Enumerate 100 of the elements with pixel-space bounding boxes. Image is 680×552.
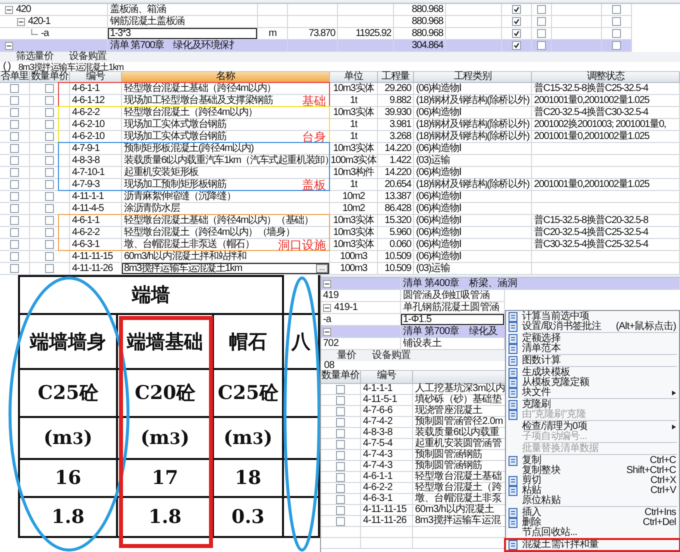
checkbox[interactable]: [10, 240, 19, 249]
table-row[interactable]: 清单 第700章 绿化及环境保扌 304.864: [0, 40, 632, 52]
checkbox[interactable]: [10, 108, 19, 117]
collapse-icon[interactable]: [5, 42, 13, 50]
checkbox[interactable]: [336, 450, 345, 460]
collapse-icon[interactable]: [323, 328, 331, 336]
checkbox[interactable]: [537, 17, 546, 26]
checkbox[interactable]: [45, 264, 54, 273]
menu-item[interactable]: 设置/取消书签批注 (Alt+鼠标点击): [506, 322, 679, 332]
checkbox[interactable]: [45, 108, 54, 117]
checkbox[interactable]: [512, 17, 521, 26]
checkbox[interactable]: [512, 29, 521, 38]
table-row[interactable]: 清单 第400章 桥梁、涵洞: [321, 278, 680, 290]
checkbox[interactable]: [512, 5, 521, 14]
menu-item[interactable]: 清单范本: [506, 344, 679, 354]
checkbox[interactable]: [45, 132, 54, 141]
menu-item[interactable]: 图数计算: [506, 356, 679, 366]
checkbox[interactable]: [10, 156, 19, 165]
column-header[interactable]: 编号: [70, 72, 122, 83]
checkbox[interactable]: [45, 228, 54, 237]
checkbox[interactable]: [10, 192, 19, 201]
checkbox[interactable]: [537, 5, 546, 14]
checkbox[interactable]: [45, 252, 54, 261]
checkbox[interactable]: [45, 192, 54, 201]
menu-item[interactable]: 复制 Ctrl+C: [506, 456, 679, 466]
checkbox[interactable]: [10, 252, 19, 261]
checkbox[interactable]: [336, 396, 345, 404]
checkbox[interactable]: [612, 17, 621, 26]
column-header[interactable]: 编号: [361, 371, 413, 384]
column-header[interactable]: 工程类别: [414, 72, 532, 83]
menu-item[interactable]: 插入 Ctrl+Ins: [506, 508, 679, 518]
checkbox[interactable]: [512, 41, 521, 50]
collapse-icon[interactable]: [17, 18, 25, 26]
menu-item[interactable]: 粘贴 Ctrl+V: [506, 486, 679, 496]
checkbox[interactable]: [10, 96, 19, 105]
checkbox[interactable]: [537, 41, 546, 50]
collapse-icon[interactable]: [323, 304, 331, 312]
table-row[interactable]: 419 圆管涵及倒虹吸管涵: [321, 290, 680, 302]
checkbox[interactable]: [537, 29, 546, 38]
checkbox[interactable]: [10, 264, 19, 273]
checkbox[interactable]: [10, 204, 19, 213]
checkbox[interactable]: [336, 506, 345, 514]
menu-item[interactable]: 块文件: [506, 388, 679, 398]
checkbox[interactable]: [45, 84, 54, 93]
checkbox[interactable]: [336, 494, 345, 504]
checkbox[interactable]: [336, 472, 345, 482]
column-header[interactable]: 工程量: [378, 72, 414, 83]
checkbox[interactable]: [45, 216, 54, 225]
menu-item[interactable]: 定额选择: [506, 334, 679, 344]
quota-name: 沥青麻絮伸缩缝（沉降缝）: [124, 192, 236, 202]
menu-item[interactable]: 原位粘贴: [506, 496, 679, 506]
checkbox[interactable]: [336, 406, 345, 416]
column-header[interactable]: 数量单价: [30, 72, 70, 83]
table-title: 端墙: [20, 275, 284, 315]
table-row[interactable]: 420-1 钢筋混凝土盖板涵 880.968: [0, 16, 632, 28]
checkbox[interactable]: [45, 180, 54, 189]
tab[interactable]: 设备购置: [366, 351, 417, 361]
table-cell: 1-Φ1.5: [401, 314, 505, 326]
checkbox[interactable]: [10, 84, 19, 93]
checkbox[interactable]: [612, 41, 621, 50]
tab[interactable]: 筛选量价: [10, 52, 60, 62]
menu-item[interactable]: 剪切 Ctrl+X: [506, 476, 679, 486]
column-header[interactable]: 单位: [330, 72, 378, 83]
checkbox[interactable]: [10, 144, 19, 153]
checkbox[interactable]: [336, 428, 345, 438]
column-header[interactable]: 名称: [122, 72, 330, 83]
menu-item[interactable]: 克隆刷: [506, 400, 679, 410]
menu-item[interactable]: 计算当前选中项: [506, 312, 679, 322]
column-header[interactable]: 数量单价: [321, 371, 361, 384]
checkbox[interactable]: [10, 120, 19, 129]
checkbox[interactable]: [10, 216, 19, 225]
checkbox[interactable]: [45, 120, 54, 129]
checkbox[interactable]: [10, 180, 19, 189]
tab[interactable]: 设备购置: [63, 52, 112, 62]
menu-item[interactable]: 节点回收站...: [506, 528, 679, 538]
tab[interactable]: 量价: [331, 351, 362, 361]
checkbox[interactable]: [45, 204, 54, 213]
menu-item[interactable]: 生成块模板: [506, 368, 679, 378]
checkbox[interactable]: [10, 228, 19, 237]
checkbox[interactable]: [336, 484, 345, 492]
checkbox[interactable]: [10, 168, 19, 177]
checkbox[interactable]: [45, 96, 54, 105]
checkbox[interactable]: [45, 156, 54, 165]
checkbox[interactable]: [612, 29, 621, 38]
checkbox[interactable]: [10, 132, 19, 141]
checkbox[interactable]: [336, 462, 345, 470]
menu-item[interactable]: 删除 Ctrl+Del: [506, 518, 679, 528]
checkbox[interactable]: [612, 5, 621, 14]
checkbox[interactable]: [336, 384, 345, 394]
column-header[interactable]: 否单里: [0, 72, 30, 83]
collapse-icon[interactable]: [5, 6, 13, 14]
column-header[interactable]: 调整状态: [532, 72, 680, 83]
checkbox[interactable]: [45, 240, 54, 249]
checkbox[interactable]: [336, 418, 345, 426]
table-row[interactable]: 420 盖板涵、箱涵 880.968: [0, 4, 632, 16]
checkbox[interactable]: [336, 440, 345, 448]
collapse-icon[interactable]: [323, 280, 331, 288]
checkbox[interactable]: [45, 168, 54, 177]
checkbox[interactable]: [336, 516, 345, 526]
checkbox[interactable]: [45, 144, 54, 153]
